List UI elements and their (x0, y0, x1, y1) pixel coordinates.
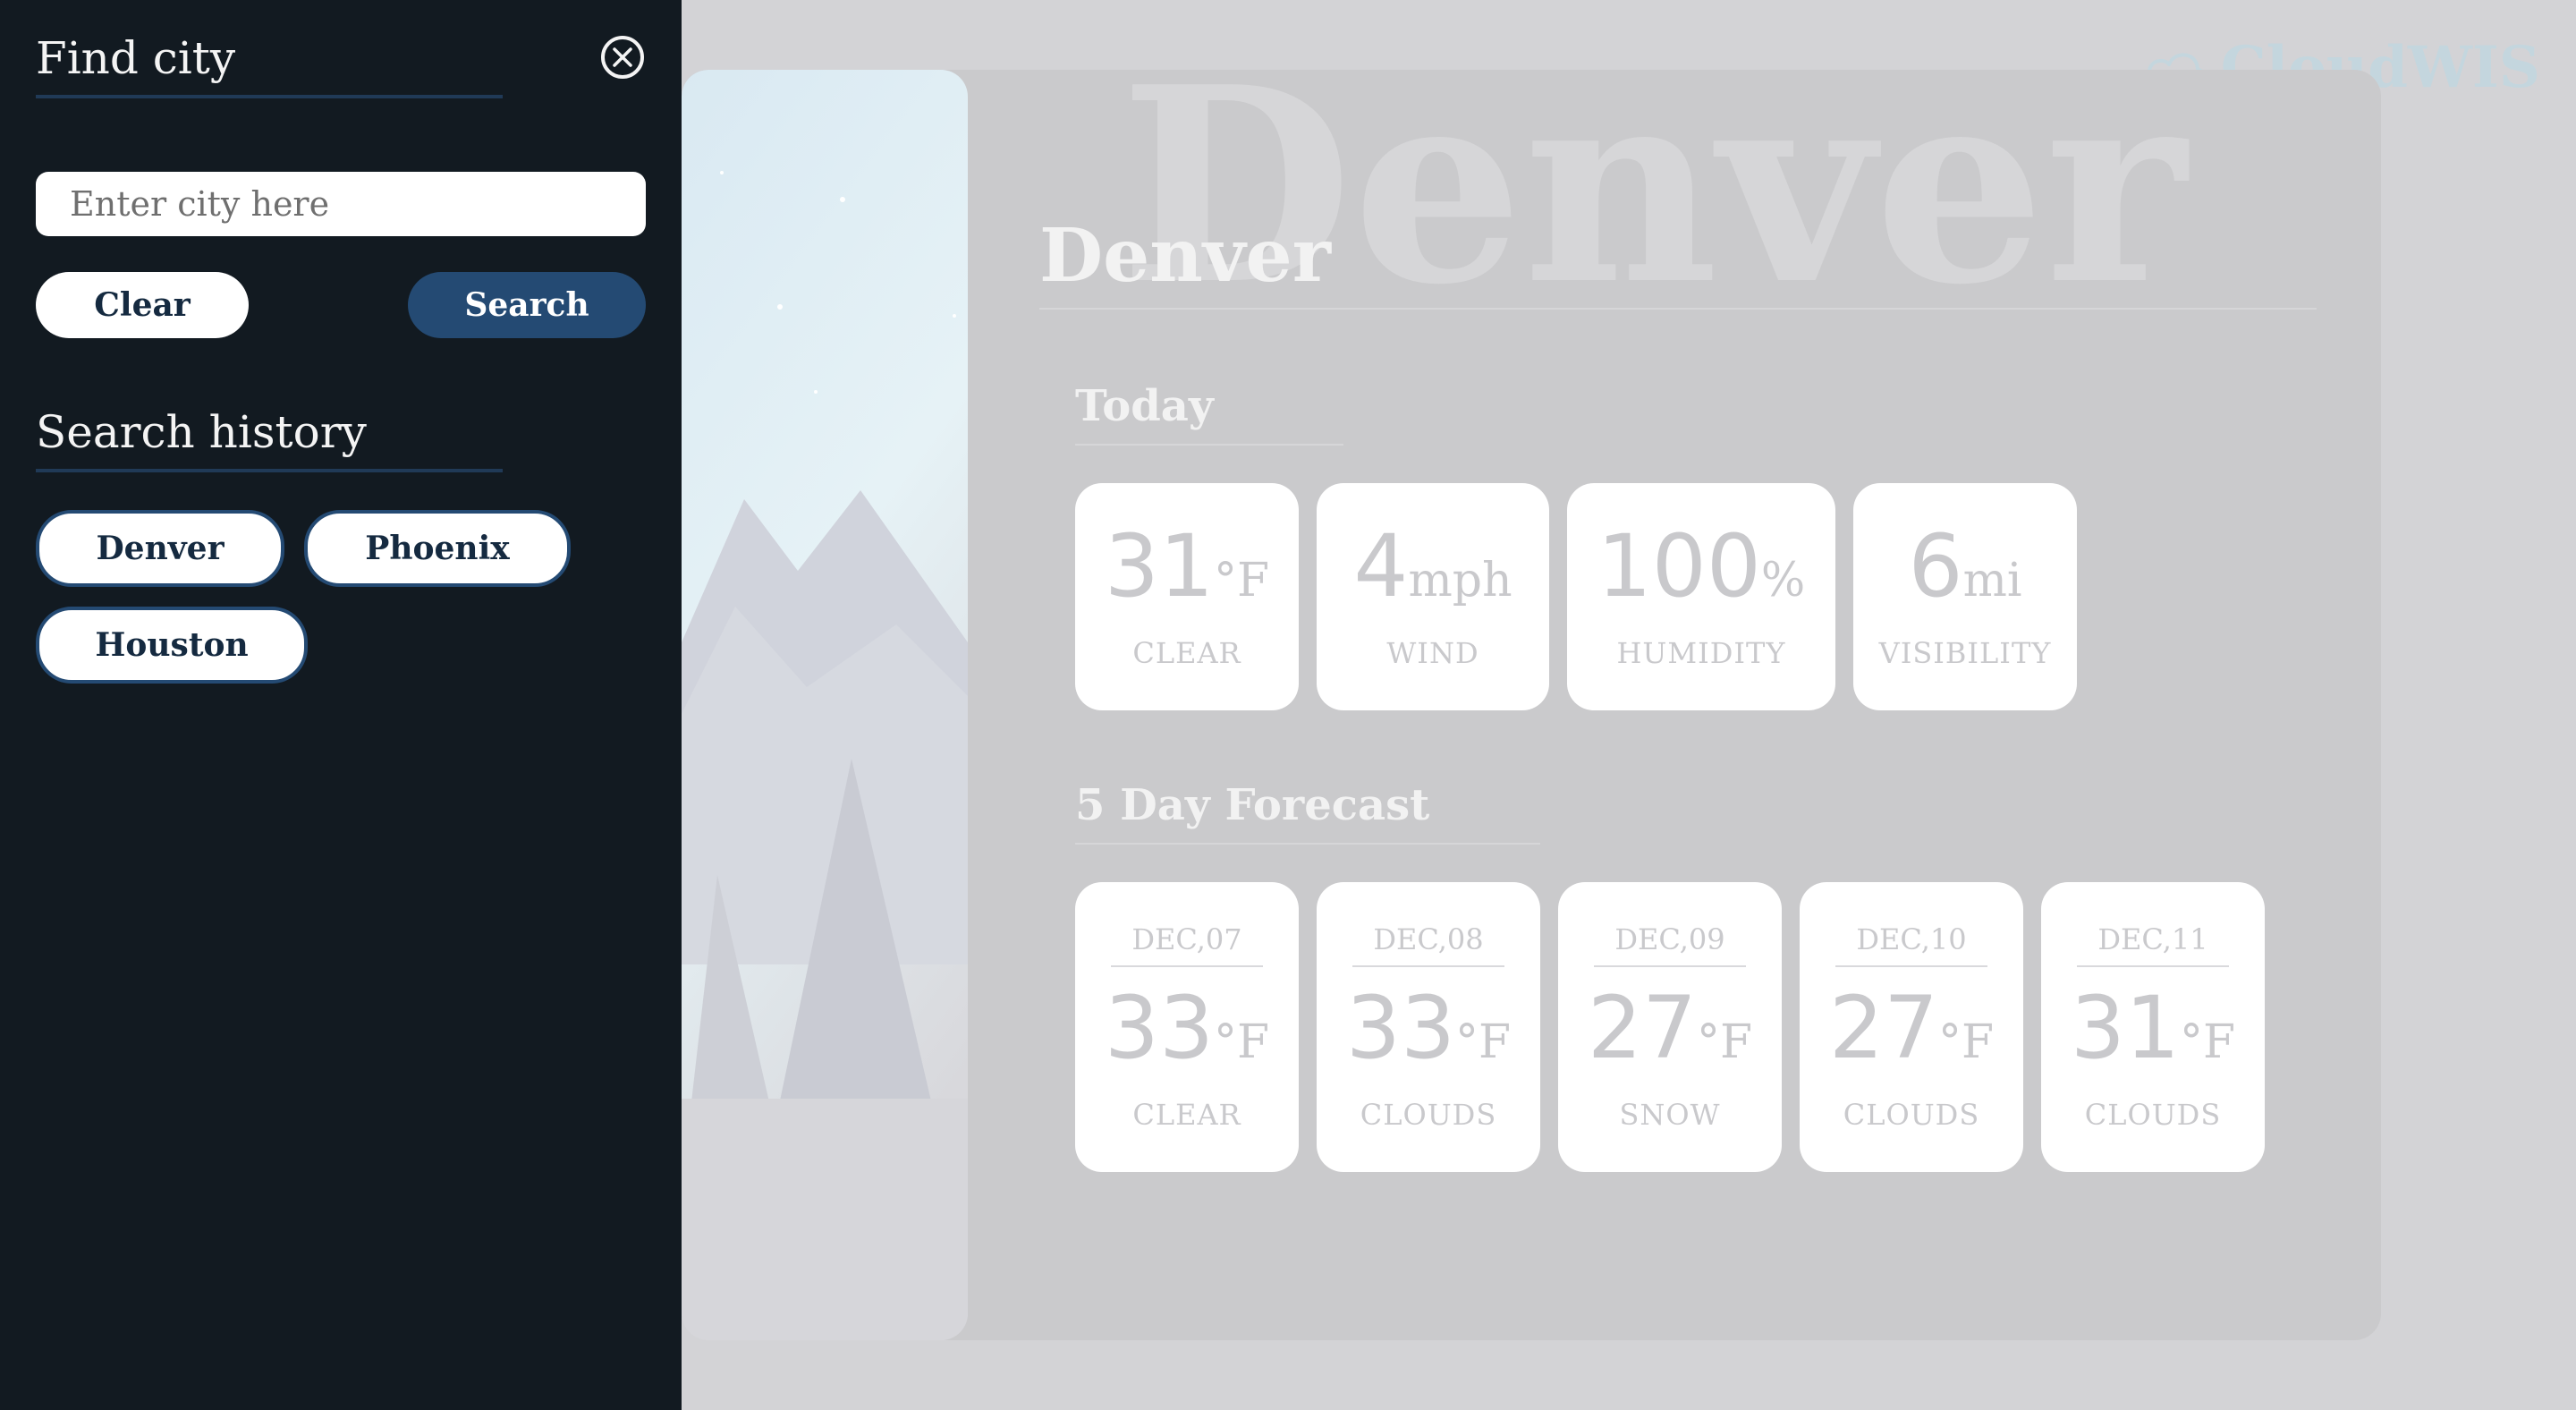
visibility-label: VISIBILITY (1878, 636, 2052, 670)
forecast-date: DEC,07 (1111, 922, 1263, 967)
forecast-date: DEC,09 (1594, 922, 1746, 967)
forecast-unit: °F (1214, 1015, 1270, 1069)
forecast-condition: SNOW (1619, 1098, 1721, 1132)
forecast-date: DEC,10 (1835, 922, 1987, 967)
forecast-temp: 31 (2070, 978, 2181, 1078)
temp-value: 31 (1104, 516, 1215, 616)
forecast-day-tile: DEC,07 33°F CLEAR (1075, 882, 1299, 1172)
search-history-title: Search history (36, 406, 367, 458)
today-humidity-tile: 100% HUMIDITY (1567, 483, 1835, 710)
forecast-day-tile: DEC,08 33°F CLOUDS (1317, 882, 1540, 1172)
wind-value: 4 (1353, 516, 1409, 616)
hero-image (682, 70, 968, 1340)
humidity-unit: % (1760, 554, 1806, 607)
search-history-underline (36, 469, 503, 472)
today-title: Today (1075, 381, 1214, 431)
history-item-denver[interactable]: Denver (36, 510, 284, 587)
forecast-day-tile: DEC,09 27°F SNOW (1558, 882, 1782, 1172)
forecast-day-tile: DEC,11 31°F CLOUDS (2041, 882, 2265, 1172)
search-button[interactable]: Search (408, 272, 646, 338)
forecast-unit: °F (1455, 1015, 1512, 1069)
temp-unit: °F (1214, 554, 1270, 607)
today-visibility-tile: 6mi VISIBILITY (1853, 483, 2077, 710)
today-divider (1075, 444, 1343, 446)
find-city-panel: Find city Clear Search Search history De… (0, 0, 682, 1410)
forecast-temp: 33 (1104, 978, 1215, 1078)
forecast-day-tile: DEC,10 27°F CLOUDS (1800, 882, 2023, 1172)
forecast-temp: 27 (1587, 978, 1698, 1078)
city-divider (1039, 308, 2317, 310)
temp-label: CLEAR (1132, 636, 1241, 670)
find-city-underline (36, 95, 503, 98)
forecast-condition: CLOUDS (1843, 1098, 1980, 1132)
clear-button[interactable]: Clear (36, 272, 249, 338)
today-wind-tile: 4mph WIND (1317, 483, 1549, 710)
humidity-value: 100 (1597, 516, 1761, 616)
wind-label: WIND (1386, 636, 1479, 670)
visibility-unit: mi (1962, 554, 2022, 607)
city-title: Denver (1039, 213, 1331, 299)
forecast-unit: °F (1697, 1015, 1753, 1069)
forecast-unit: °F (2180, 1015, 2236, 1069)
forecast-temp: 33 (1345, 978, 1456, 1078)
visibility-value: 6 (1908, 516, 1963, 616)
forecast-condition: CLOUDS (1360, 1098, 1497, 1132)
forecast-divider (1075, 843, 1540, 845)
forecast-temp: 27 (1828, 978, 1939, 1078)
weather-card: Denver Denver Today 31°F CLEAR 4mph WIND… (682, 70, 2381, 1340)
history-item-houston[interactable]: Houston (36, 607, 308, 684)
forecast-title: 5 Day Forecast (1075, 780, 1430, 830)
forecast-unit: °F (1938, 1015, 1995, 1069)
close-icon (613, 47, 632, 67)
today-temp-tile: 31°F CLEAR (1075, 483, 1299, 710)
forecast-condition: CLOUDS (2084, 1098, 2222, 1132)
forecast-date: DEC,11 (2077, 922, 2229, 967)
close-button[interactable] (601, 36, 644, 79)
wind-unit: mph (1408, 554, 1513, 607)
humidity-label: HUMIDITY (1616, 636, 1786, 670)
city-search-input[interactable] (36, 172, 646, 236)
find-city-title: Find city (36, 32, 236, 84)
history-item-phoenix[interactable]: Phoenix (304, 510, 571, 587)
forecast-date: DEC,08 (1352, 922, 1504, 967)
forecast-condition: CLEAR (1132, 1098, 1241, 1132)
